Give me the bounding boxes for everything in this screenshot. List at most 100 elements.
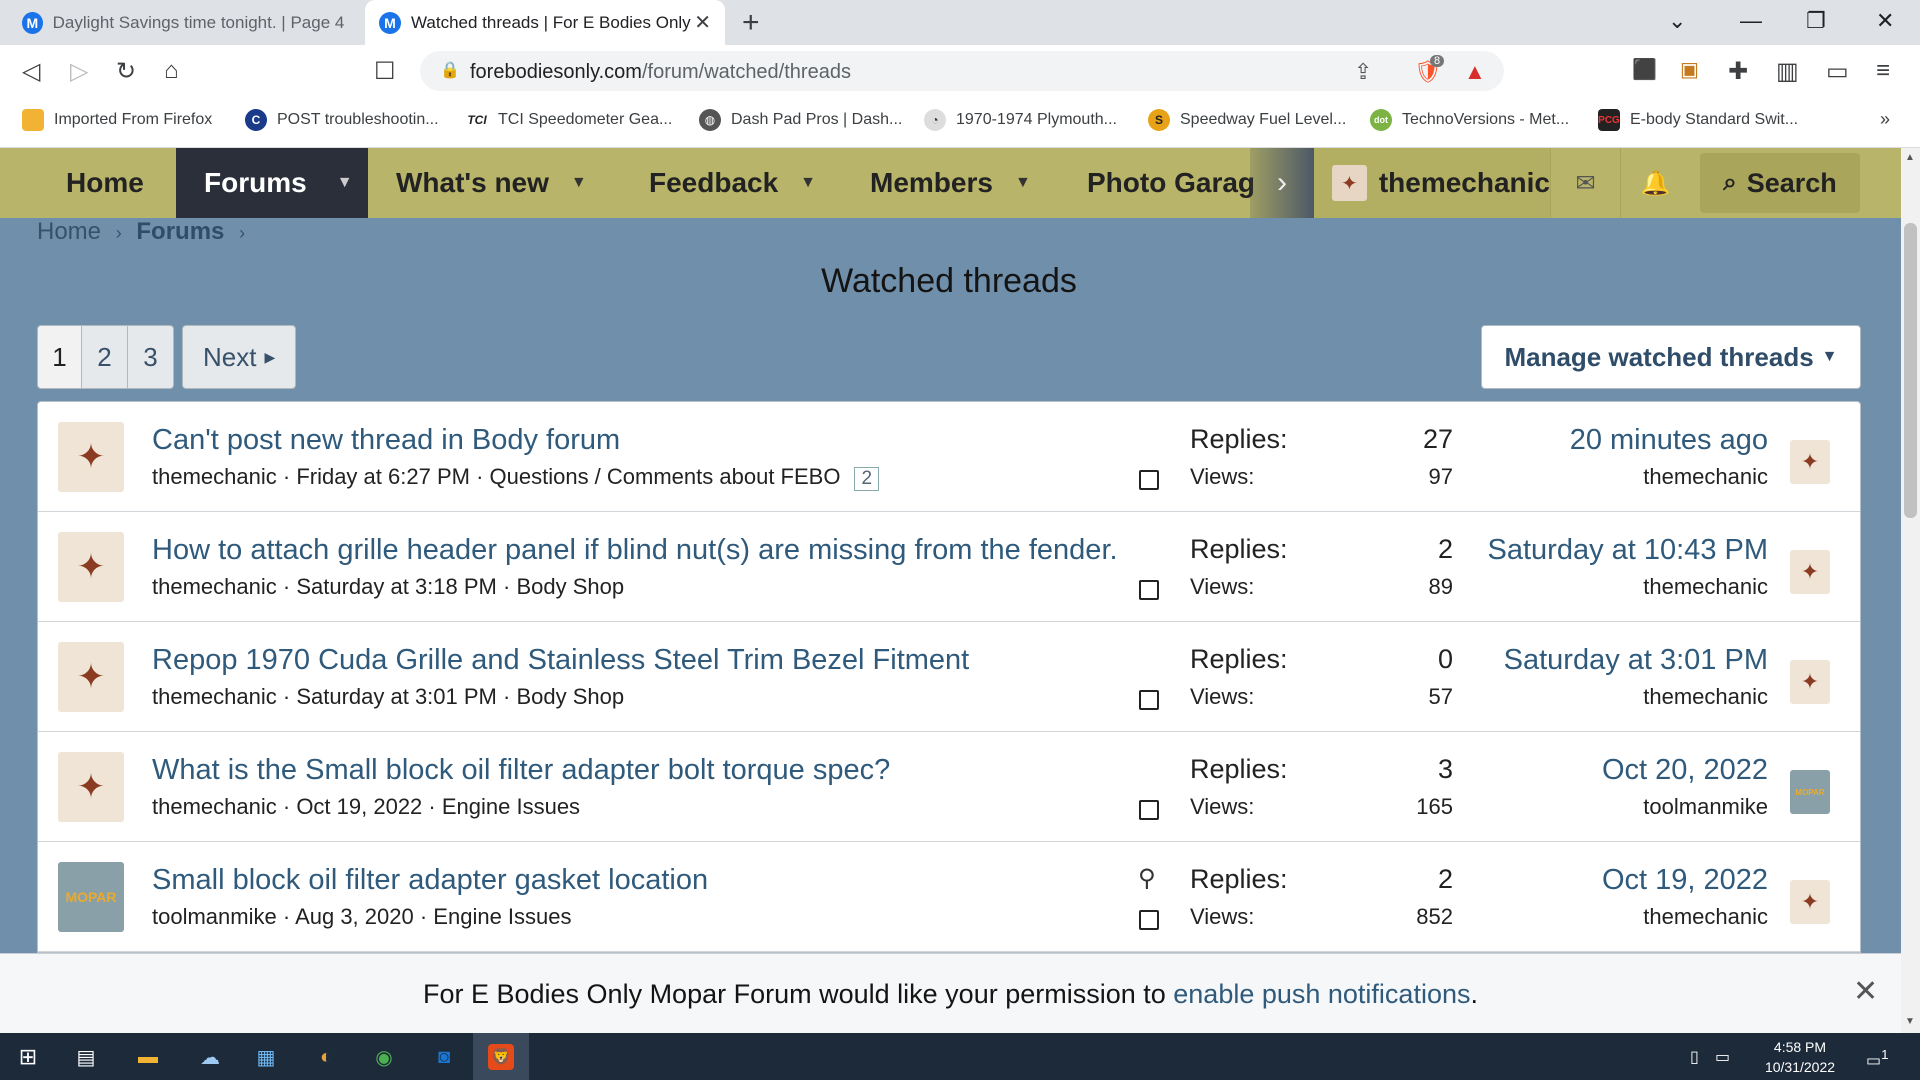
thread-date[interactable]: Saturday at 3:18 PM	[296, 574, 497, 599]
breadcrumb-home[interactable]: Home	[37, 218, 101, 245]
scroll-down-icon[interactable]: ▼	[1905, 1016, 1915, 1027]
bookmark-ebody-standard-switch[interactable]: PCG E-body Standard Swit...	[1598, 109, 1798, 131]
chrome-icon[interactable]: ◉	[368, 1041, 400, 1073]
app-orange-icon[interactable]: ◐	[310, 1041, 342, 1073]
last-poster-avatar[interactable]: ✦	[1790, 660, 1830, 704]
page-3-button[interactable]: 3	[128, 325, 174, 389]
nav-user-account[interactable]: ✦ themechanic	[1314, 148, 1550, 218]
search-button[interactable]: ⌕ Search	[1700, 153, 1860, 213]
calculator-icon[interactable]: ▦	[250, 1041, 282, 1073]
bookmarks-overflow-icon[interactable]: »	[1880, 109, 1890, 130]
page-1-button[interactable]: 1	[37, 325, 82, 389]
last-post-time[interactable]: Oct 19, 2022	[1388, 864, 1768, 897]
last-post-time[interactable]: Saturday at 3:01 PM	[1388, 644, 1768, 677]
avatar[interactable]: ✦	[58, 422, 124, 492]
thread-title-link[interactable]: Can't post new thread in Body forum	[152, 424, 620, 457]
bookmark-page-icon[interactable]: ☐	[374, 57, 396, 86]
close-window-button[interactable]: ✕	[1876, 8, 1894, 34]
avatar[interactable]: ✦	[58, 532, 124, 602]
menu-icon[interactable]: ≡	[1876, 57, 1890, 85]
page-2-button[interactable]: 2	[82, 325, 128, 389]
last-poster-avatar[interactable]: MOPAR	[1790, 770, 1830, 814]
last-post-time[interactable]: Oct 20, 2022	[1388, 754, 1768, 787]
last-post-user[interactable]: themechanic	[1388, 574, 1768, 600]
close-icon[interactable]: ✕	[1853, 974, 1878, 1009]
extension-orange-icon[interactable]: ▣	[1680, 57, 1699, 82]
chevron-down-icon[interactable]: ▼	[1015, 174, 1031, 192]
network-icon[interactable]: ▭	[1715, 1047, 1730, 1067]
back-icon[interactable]: ◁	[22, 57, 40, 86]
thread-date[interactable]: Aug 3, 2020	[295, 904, 414, 929]
brave-rewards-icon[interactable]: ▲	[1464, 59, 1486, 85]
select-checkbox[interactable]	[1139, 910, 1159, 930]
tab-search-chevron-icon[interactable]: ⌄	[1668, 8, 1686, 34]
bookmark-dash-pad-pros[interactable]: ◍ Dash Pad Pros | Dash...	[699, 109, 902, 131]
last-post-user[interactable]: themechanic	[1388, 904, 1768, 930]
minimize-button[interactable]: —	[1740, 8, 1762, 34]
nav-forums[interactable]: Forums ▼	[176, 148, 368, 218]
nav-whats-new[interactable]: What's new ▼	[396, 148, 587, 218]
last-post-user[interactable]: toolmanmike	[1388, 794, 1768, 820]
thread-author[interactable]: themechanic	[152, 464, 277, 489]
thread-title-link[interactable]: Small block oil filter adapter gasket lo…	[152, 864, 708, 897]
scroll-up-icon[interactable]: ▲	[1905, 152, 1915, 163]
select-checkbox[interactable]	[1139, 470, 1159, 490]
thread-title-link[interactable]: What is the Small block oil filter adapt…	[152, 754, 890, 787]
notification-center-icon[interactable]: ▭1	[1866, 1047, 1889, 1070]
thread-forum[interactable]: Questions / Comments about FEBO	[490, 464, 841, 489]
thread-forum[interactable]: Engine Issues	[442, 794, 580, 819]
thread-author[interactable]: themechanic	[152, 794, 277, 819]
manage-watched-threads-button[interactable]: Manage watched threads ▼	[1481, 325, 1861, 389]
forward-icon[interactable]: ▷	[70, 57, 88, 86]
task-view-icon[interactable]: ▤	[70, 1041, 102, 1073]
nav-scroll-right-icon[interactable]: ›	[1250, 148, 1314, 218]
nav-members[interactable]: Members ▼	[870, 148, 1031, 218]
enable-push-notifications-link[interactable]: enable push notifications	[1173, 979, 1470, 1009]
select-checkbox[interactable]	[1139, 690, 1159, 710]
tab-watched-threads[interactable]: M Watched threads | For E Bodies Only ✕	[365, 0, 725, 45]
thread-author[interactable]: themechanic	[152, 684, 277, 709]
thread-author[interactable]: toolmanmike	[152, 904, 277, 929]
breadcrumb-forums[interactable]: Forums	[136, 218, 224, 245]
bookmark-plymouth[interactable]: ◔ 1970-1974 Plymouth...	[924, 109, 1117, 131]
page-scrollbar[interactable]: ▲ ▼	[1901, 148, 1920, 1033]
thread-date[interactable]: Friday at 6:27 PM	[296, 464, 470, 489]
bookmark-tci-speedometer[interactable]: TCI TCI Speedometer Gea...	[466, 109, 672, 131]
thread-date[interactable]: Oct 19, 2022	[296, 794, 422, 819]
home-icon[interactable]: ⌂	[164, 57, 179, 85]
inbox-icon[interactable]: ✉	[1550, 148, 1620, 218]
close-tab-icon[interactable]: ✕	[694, 10, 711, 35]
bookmark-imported-from-firefox[interactable]: Imported From Firefox	[22, 109, 212, 131]
thread-title-link[interactable]: Repop 1970 Cuda Grille and Stainless Ste…	[152, 644, 969, 677]
address-bar[interactable]: 🔒 forebodiesonly.com/forum/watched/threa…	[420, 51, 1504, 91]
brave-taskbar-icon[interactable]: 🦁	[473, 1033, 529, 1080]
system-clock[interactable]: 4:58 PM 10/31/2022	[1740, 1037, 1860, 1077]
maximize-button[interactable]: ❐	[1806, 8, 1826, 34]
url-text[interactable]: forebodiesonly.com/forum/watched/threads	[470, 61, 851, 84]
thread-forum[interactable]: Body Shop	[516, 684, 624, 709]
chevron-down-icon[interactable]: ▼	[571, 174, 587, 192]
reload-icon[interactable]: ↻	[116, 57, 136, 86]
select-checkbox[interactable]	[1139, 580, 1159, 600]
next-page-button[interactable]: Next ▶	[182, 325, 297, 389]
file-explorer-icon[interactable]: ▬	[132, 1041, 164, 1073]
chevron-down-icon[interactable]: ▼	[337, 174, 353, 192]
thread-page-link[interactable]: 2	[854, 467, 880, 491]
avatar[interactable]: ✦	[58, 642, 124, 712]
last-post-time[interactable]: 20 minutes ago	[1388, 424, 1768, 457]
last-poster-avatar[interactable]: ✦	[1790, 880, 1830, 924]
last-poster-avatar[interactable]: ✦	[1790, 440, 1830, 484]
sidebar-icon[interactable]: ▥	[1776, 57, 1799, 86]
windows-start-icon[interactable]: ⊞	[12, 1041, 44, 1073]
bookmark-post-troubleshooting[interactable]: C POST troubleshootin...	[245, 109, 439, 131]
avatar[interactable]: MOPAR	[58, 862, 124, 932]
thread-author[interactable]: themechanic	[152, 574, 277, 599]
share-icon[interactable]: ⇪	[1354, 59, 1372, 85]
bookmark-speedway-fuel[interactable]: S Speedway Fuel Level...	[1148, 109, 1346, 131]
wallet-icon[interactable]: ▭	[1826, 57, 1849, 86]
app-icon[interactable]: ☁	[194, 1041, 226, 1073]
nav-home[interactable]: Home	[66, 148, 144, 218]
avatar[interactable]: ✦	[58, 752, 124, 822]
nav-photo-garage[interactable]: Photo Garag	[1087, 148, 1257, 218]
tab-daylight-savings[interactable]: M Daylight Savings time tonight. | Page …	[8, 0, 363, 45]
